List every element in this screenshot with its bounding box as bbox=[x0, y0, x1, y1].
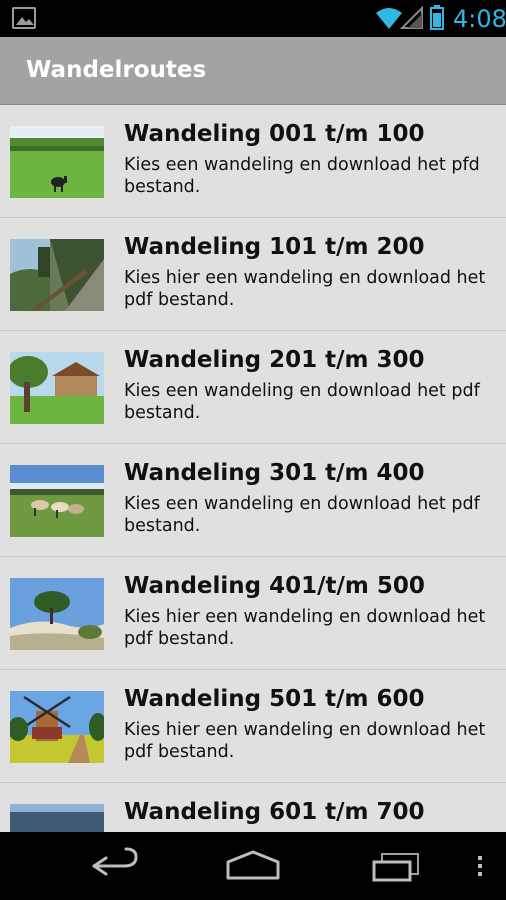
route-title: Wandeling 401/t/m 500 bbox=[124, 573, 425, 599]
wifi-icon bbox=[376, 8, 402, 29]
route-thumbnail bbox=[10, 578, 104, 650]
app-title: Wandelroutes bbox=[26, 57, 207, 83]
navigation-bar bbox=[0, 832, 506, 900]
menu-icon[interactable] bbox=[470, 832, 490, 900]
image-notification-icon bbox=[12, 7, 36, 29]
home-icon[interactable] bbox=[222, 832, 284, 900]
list-item[interactable]: Wandeling 401/t/m 500 Kies hier een wand… bbox=[0, 557, 506, 670]
route-description: Kies hier een wandeling en download het … bbox=[124, 268, 486, 310]
back-icon[interactable] bbox=[84, 832, 144, 900]
action-bar: Wandelroutes bbox=[0, 37, 506, 105]
route-description: Kies een wandeling en download het pdf b… bbox=[124, 381, 480, 423]
route-description: Kies een wandeling en download het pdf b… bbox=[124, 494, 480, 536]
status-bar: 4:08 bbox=[0, 0, 506, 37]
route-title: Wandeling 101 t/m 200 bbox=[124, 234, 425, 260]
route-thumbnail bbox=[10, 804, 104, 832]
routes-list[interactable]: Wandeling 001 t/m 100 Kies een wandeling… bbox=[0, 105, 506, 832]
route-thumbnail bbox=[10, 239, 104, 311]
route-thumbnail bbox=[10, 126, 104, 198]
list-item[interactable]: Wandeling 201 t/m 300 Kies een wandeling… bbox=[0, 331, 506, 444]
route-description: Kies hier een wandeling en download het … bbox=[124, 720, 486, 762]
list-item[interactable]: Wandeling 101 t/m 200 Kies hier een wand… bbox=[0, 218, 506, 331]
signal-icon bbox=[400, 6, 423, 29]
list-item[interactable]: Wandeling 001 t/m 100 Kies een wandeling… bbox=[0, 105, 506, 218]
route-thumbnail bbox=[10, 352, 104, 424]
list-item[interactable]: Wandeling 501 t/m 600 Kies hier een wand… bbox=[0, 670, 506, 783]
route-thumbnail bbox=[10, 465, 104, 537]
route-title: Wandeling 601 t/m 700 bbox=[124, 799, 425, 825]
list-item[interactable]: Wandeling 301 t/m 400 Kies een wandeling… bbox=[0, 444, 506, 557]
route-title: Wandeling 501 t/m 600 bbox=[124, 686, 425, 712]
route-description: Kies hier een wandeling en download het … bbox=[124, 607, 486, 649]
route-title: Wandeling 001 t/m 100 bbox=[124, 121, 425, 147]
recent-apps-icon[interactable] bbox=[364, 832, 426, 900]
list-item[interactable]: Wandeling 601 t/m 700 bbox=[0, 783, 506, 832]
route-title: Wandeling 201 t/m 300 bbox=[124, 347, 425, 373]
clock: 4:08 bbox=[453, 5, 506, 33]
route-thumbnail bbox=[10, 691, 104, 763]
route-description: Kies een wandeling en download het pfd b… bbox=[124, 155, 480, 197]
route-title: Wandeling 301 t/m 400 bbox=[124, 460, 425, 486]
battery-icon bbox=[430, 5, 444, 30]
